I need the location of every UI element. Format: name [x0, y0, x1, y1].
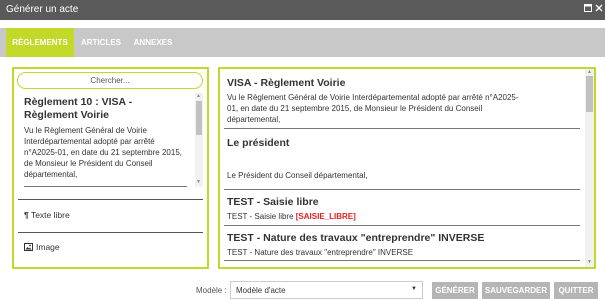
generate-act-dialog: Générer un acte RÈGLEMENTS ARTICLES ANNE…: [0, 0, 605, 301]
free-text-option[interactable]: ¶ Texte libre: [24, 210, 70, 220]
tab-reglements[interactable]: RÈGLEMENTS: [6, 28, 74, 57]
divider: [18, 199, 203, 200]
divider: [224, 189, 580, 190]
scroll-down-arrow-icon[interactable]: ▼: [195, 179, 202, 186]
list-item-title: Le président: [227, 137, 290, 149]
scroll-up-arrow-icon[interactable]: ▲: [586, 69, 593, 76]
tabs-bar: RÈGLEMENTS ARTICLES ANNEXES: [0, 28, 605, 57]
free-text-label: Texte libre: [30, 210, 70, 220]
generate-button[interactable]: GÉNÉRER: [432, 282, 478, 299]
right-scrollbar[interactable]: ▲ ▼: [585, 69, 594, 267]
divider: [224, 128, 580, 129]
left-scrollbar[interactable]: ▲ ▼: [195, 93, 203, 187]
list-item-body: Vu le Règlement Général de Voirie Interd…: [227, 93, 519, 124]
list-item[interactable]: Le président Le Président du Conseil dép…: [227, 137, 547, 181]
selected-items-list[interactable]: VISA - Règlement Voirie Vu le Règlement …: [220, 69, 583, 267]
paragraph-icon: ¶: [24, 210, 29, 220]
image-option[interactable]: Image: [24, 242, 60, 252]
tab-articles[interactable]: ARTICLES: [76, 28, 126, 57]
list-item-body: TEST - Saisie libre [SAISIE_LIBRE]: [227, 211, 567, 222]
window-title: Générer un acte: [6, 4, 79, 15]
scroll-up-arrow-icon[interactable]: ▲: [195, 93, 202, 100]
left-panel: Chercher... Règlement 10 : VISA - Règlem…: [12, 67, 209, 269]
list-item-body: TEST - Nature des travaux "entreprendre"…: [227, 248, 414, 257]
reglement-item-body: Vu le Règlement Général de Voirie Interd…: [24, 126, 182, 179]
model-select-value: Modèle d'acte: [236, 286, 286, 295]
list-item-body: Le Président du Conseil départemental,: [227, 171, 368, 180]
list-item-title: TEST - Saisie libre: [227, 196, 319, 208]
list-item-title: TEST - Nature des travaux "entreprendre"…: [227, 232, 485, 244]
scroll-down-arrow-icon[interactable]: ▼: [586, 259, 593, 266]
model-select[interactable]: Modèle d'acte ▼: [230, 281, 423, 299]
close-icon[interactable]: [594, 4, 604, 14]
image-label: Image: [36, 242, 60, 252]
scrollbar-thumb[interactable]: [196, 101, 202, 135]
divider: [224, 225, 580, 226]
image-icon: [24, 243, 33, 251]
list-item[interactable]: VISA - Règlement Voirie Vu le Règlement …: [227, 77, 547, 125]
list-item-title: VISA - Règlement Voirie: [227, 77, 346, 89]
quit-button[interactable]: QUITTER: [554, 282, 598, 299]
reglement-item-title[interactable]: Règlement 10 : VISA - Règlement Voirie: [24, 96, 164, 122]
divider: [224, 260, 580, 261]
model-label: Modèle :: [196, 286, 227, 295]
right-panel: VISA - Règlement Voirie Vu le Règlement …: [218, 67, 596, 269]
search-input[interactable]: Chercher...: [17, 72, 203, 89]
title-bar: Générer un acte: [0, 0, 605, 20]
scrollbar-thumb[interactable]: [586, 76, 593, 112]
divider: [18, 232, 203, 233]
tab-annexes[interactable]: ANNEXES: [128, 28, 178, 57]
maximize-icon[interactable]: [583, 4, 593, 14]
list-item[interactable]: TEST - Saisie libre TEST - Saisie libre …: [227, 196, 567, 222]
save-button[interactable]: SAUVEGARDER: [482, 282, 550, 299]
list-item-body-text: TEST - Saisie libre: [227, 212, 296, 221]
chevron-down-icon: ▼: [411, 286, 417, 292]
list-item[interactable]: TEST - Nature des travaux "entreprendre"…: [227, 232, 577, 258]
divider: [24, 186, 187, 187]
saisie-libre-tag: [SAISIE_LIBRE]: [295, 212, 356, 221]
reglement-list[interactable]: Règlement 10 : VISA - Règlement Voirie V…: [24, 96, 192, 186]
